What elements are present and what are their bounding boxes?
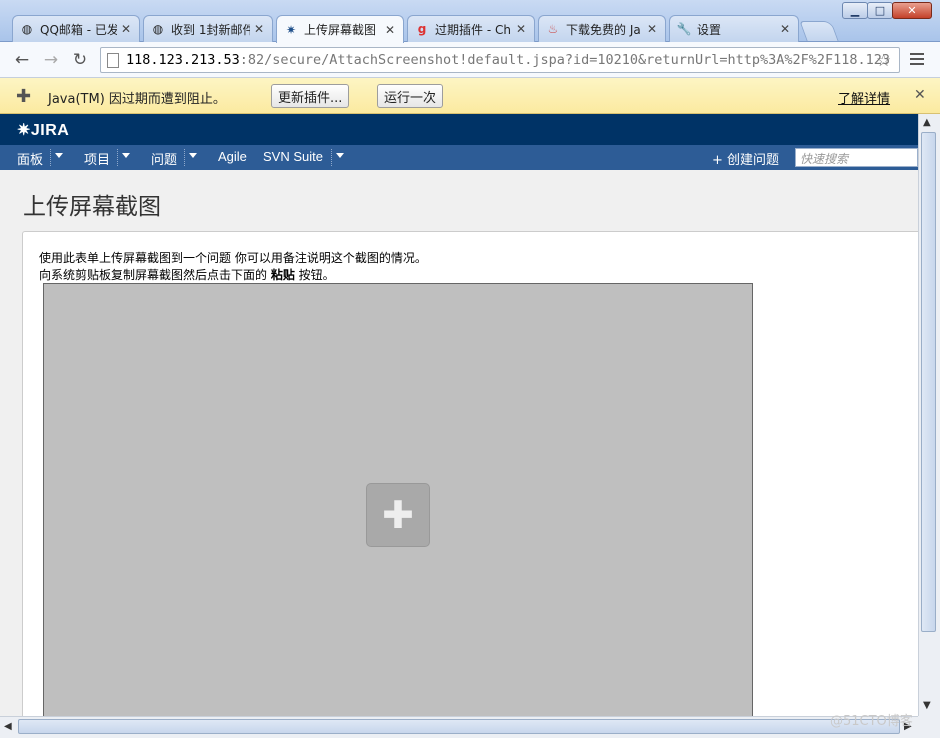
screenshot-applet-area[interactable]: ✚	[43, 283, 753, 719]
minimize-button[interactable]: ▁	[842, 2, 868, 19]
qq-mail-icon: ◍	[21, 22, 33, 36]
google-icon: g	[417, 22, 427, 36]
maximize-button[interactable]: □	[867, 2, 893, 19]
create-issue-label: 创建问题	[727, 153, 780, 168]
new-tab-button[interactable]	[799, 21, 839, 41]
back-arrow-icon[interactable]: ←	[12, 50, 32, 70]
address-bar[interactable]: 118.123.213.53:82/secure/AttachScreensho…	[100, 47, 900, 73]
jira-header: ✷JIRA	[0, 114, 918, 145]
jira-icon: ✷	[285, 22, 297, 37]
infobar-close-icon[interactable]: ✕	[914, 87, 926, 103]
close-window-button[interactable]: ✕	[892, 2, 932, 19]
instruction-text: 向系统剪贴板复制屏幕截图然后点击下面的	[39, 268, 271, 282]
quick-search-input[interactable]: 快速搜索	[795, 148, 918, 167]
tab-close-icon[interactable]: ✕	[780, 22, 792, 36]
learn-more-link[interactable]: 了解详情	[838, 88, 890, 107]
java-icon: ♨	[547, 22, 559, 36]
plus-icon: +	[712, 153, 723, 168]
tab-label: 上传屏幕截图	[304, 23, 377, 37]
scroll-down-arrow-icon[interactable]: ▼	[923, 700, 931, 711]
projects-dropdown-icon[interactable]	[122, 153, 130, 158]
tab-close-icon[interactable]: ✕	[121, 22, 133, 36]
jira-logo-icon: ✷	[17, 122, 31, 139]
tab-label: 收到 1封新邮件	[171, 22, 250, 37]
create-issue-link[interactable]: + 创建问题	[712, 149, 779, 168]
vertical-scrollbar[interactable]: ▲ ▼	[918, 114, 940, 716]
jira-logo-text: JIRA	[30, 122, 70, 139]
watermark: @51CTO博客	[830, 714, 913, 729]
nav-dashboards[interactable]: 面板	[17, 149, 43, 168]
nav-separator	[50, 149, 51, 166]
horizontal-scroll-thumb[interactable]	[18, 719, 900, 734]
nav-agile[interactable]: Agile	[218, 149, 247, 164]
instruction-line-2: 向系统剪贴板复制屏幕截图然后点击下面的 粘贴 按钮。	[39, 266, 335, 283]
tab-qq-mail-sent[interactable]: ◍ QQ邮箱 - 已发 ✕	[12, 15, 140, 42]
scroll-up-arrow-icon[interactable]: ▲	[923, 117, 931, 128]
instruction-text: 按钮。	[294, 268, 335, 282]
page-content: 上传屏幕截图 使用此表单上传屏幕截图到一个问题 你可以用备注说明这个截图的情况。…	[0, 170, 918, 719]
paste-keyword: 粘贴	[270, 268, 295, 282]
page-title: 上传屏幕截图	[23, 194, 161, 220]
issues-dropdown-icon[interactable]	[189, 153, 197, 158]
vertical-scroll-thumb[interactable]	[921, 132, 936, 632]
url-host: 118.123.213.53	[126, 52, 240, 68]
scroll-left-arrow-icon[interactable]: ◀	[4, 721, 12, 732]
nav-projects[interactable]: 项目	[84, 149, 110, 168]
tab-close-icon[interactable]: ✕	[385, 23, 397, 37]
tab-label: QQ邮箱 - 已发	[40, 22, 117, 37]
forward-arrow-icon[interactable]: →	[41, 50, 61, 70]
tab-label: 过期插件 - Ch	[435, 22, 511, 37]
missing-plugin-puzzle-icon[interactable]: ✚	[366, 483, 430, 547]
page-icon	[107, 52, 119, 68]
nav-separator	[184, 149, 185, 166]
run-once-button[interactable]: 运行一次	[377, 84, 444, 108]
upload-panel: 使用此表单上传屏幕截图到一个问题 你可以用备注说明这个截图的情况。 向系统剪贴板…	[22, 231, 918, 719]
browser-toolbar: ← → ↻ 118.123.213.53:82/secure/AttachScr…	[0, 42, 940, 78]
jira-logo[interactable]: ✷JIRA	[17, 120, 69, 140]
wrench-icon: 🔧	[676, 22, 692, 36]
svn-dropdown-icon[interactable]	[336, 153, 344, 158]
tab-settings[interactable]: 🔧 设置 ✕	[669, 15, 799, 42]
horizontal-scrollbar[interactable]: ◀ ▶	[0, 716, 918, 738]
tab-close-icon[interactable]: ✕	[254, 22, 266, 36]
menu-icon[interactable]	[910, 53, 924, 68]
tab-download-java[interactable]: ♨ 下载免费的 Ja ✕	[538, 15, 666, 42]
tab-close-icon[interactable]: ✕	[647, 22, 659, 36]
nav-separator	[117, 149, 118, 166]
tab-label: 设置	[697, 22, 722, 37]
browser-tab-strip: ◍ QQ邮箱 - 已发 ✕ ◍ 收到 1封新邮件 ✕ ✷ 上传屏幕截图 ✕ g …	[0, 0, 940, 43]
nav-separator	[331, 149, 332, 166]
tab-qq-mail-new[interactable]: ◍ 收到 1封新邮件 ✕	[143, 15, 273, 42]
scrollbar-corner	[918, 716, 940, 738]
puzzle-piece-icon: ✚	[16, 86, 32, 107]
url-path: :82/secure/AttachScreenshot!default.jspa…	[239, 52, 891, 68]
tab-label: 下载免费的 Ja	[566, 22, 641, 37]
nav-svn-suite[interactable]: SVN Suite	[263, 149, 323, 164]
plugin-blocked-infobar: ✚ Java(TM) 因过期而遭到阻止。 更新插件... 运行一次 了解详情 ✕	[0, 78, 940, 114]
dashboards-dropdown-icon[interactable]	[55, 153, 63, 158]
bookmark-star-icon[interactable]: ☆	[876, 51, 891, 71]
jira-navigation-bar: 面板 项目 问题 Agile SVN Suite + 创建问题 快速搜索	[0, 145, 918, 170]
reload-icon[interactable]: ↻	[70, 50, 90, 70]
tab-expired-plugin[interactable]: g 过期插件 - Ch ✕	[407, 15, 535, 42]
tab-close-icon[interactable]: ✕	[516, 22, 528, 36]
qq-mail-icon: ◍	[152, 22, 164, 36]
instruction-line-1: 使用此表单上传屏幕截图到一个问题 你可以用备注说明这个截图的情况。	[39, 251, 427, 265]
tab-upload-screenshot[interactable]: ✷ 上传屏幕截图 ✕	[276, 15, 404, 43]
nav-issues[interactable]: 问题	[151, 149, 177, 168]
infobar-message: Java(TM) 因过期而遭到阻止。	[48, 92, 226, 107]
update-plugin-button[interactable]: 更新插件...	[271, 84, 350, 108]
